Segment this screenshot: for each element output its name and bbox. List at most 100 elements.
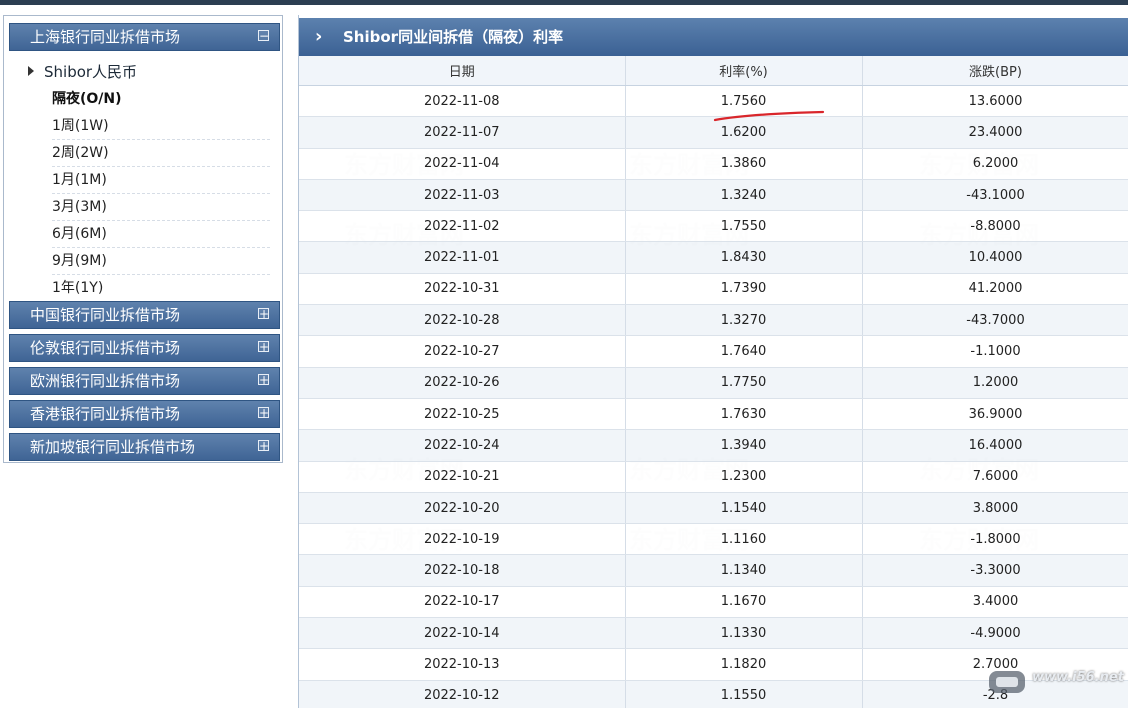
date-cell: 2022-10-13 [299,648,626,681]
term-2w[interactable]: 2周(2W) [52,141,270,167]
category-label: 上海银行同业拆借市场 [30,28,181,46]
change-cell: 7.6000 [862,461,1128,493]
rate-cell: 1.1540 [625,492,863,525]
category-label: 新加坡银行同业拆借市场 [30,438,196,456]
date-cell: 2022-10-27 [299,335,626,368]
rate-cell: 1.7750 [625,367,863,399]
table-row: 2022-10-25 1.7630 36.9000 [299,398,1128,431]
change-cell: 3.8000 [862,492,1128,525]
table-row: 2022-10-24 1.3940 16.4000 [299,429,1128,462]
category-singapore[interactable]: 新加坡银行同业拆借市场 + [9,433,280,461]
column-header-rate[interactable]: 利率(%) [625,56,863,86]
change-cell: 23.4000 [862,116,1128,149]
rate-panel: › Shibor同业间拆借（隔夜）利率 东方财富网 东方财富网 东方财富网 东方… [298,15,1128,708]
change-cell: 13.6000 [862,85,1128,118]
change-cell: -1.1000 [862,335,1128,368]
table-row: 2022-11-02 1.7550 -8.8000 [299,210,1128,243]
sub-header-label: Shibor人民币 [44,63,138,81]
date-cell: 2022-10-17 [299,586,626,619]
term-1y[interactable]: 1年(1Y) [52,276,270,302]
change-cell: 3.4000 [862,586,1128,619]
change-cell: 6.2000 [862,148,1128,180]
category-shanghai[interactable]: 上海银行同业拆借市场 − [9,23,280,51]
term-1w[interactable]: 1周(1W) [52,114,270,140]
category-label: 中国银行同业拆借市场 [30,306,181,324]
table-row: 2022-11-04 1.3860 6.2000 [299,148,1128,180]
table-row: 2022-10-28 1.3270 -43.7000 [299,304,1128,337]
column-header-date[interactable]: 日期 [299,56,626,86]
expand-icon[interactable]: + [258,440,269,452]
category-label: 伦敦银行同业拆借市场 [30,339,181,357]
change-cell: -1.8000 [862,523,1128,556]
change-cell: 1.2000 [862,367,1128,399]
panel-header: › Shibor同业间拆借（隔夜）利率 [299,18,1128,56]
table-row: 2022-10-26 1.7750 1.2000 [299,367,1128,399]
date-cell: 2022-11-07 [299,116,626,149]
rate-cell: 1.8430 [625,241,863,274]
table-row: 2022-10-27 1.7640 -1.1000 [299,335,1128,368]
expand-arrow-icon [28,66,34,76]
date-cell: 2022-11-04 [299,148,626,180]
term-3m[interactable]: 3月(3M) [52,195,270,221]
top-border [0,0,1128,5]
change-cell: -3.3000 [862,554,1128,587]
table-row: 2022-10-14 1.1330 -4.9000 [299,617,1128,650]
table-row: 2022-11-01 1.8430 10.4000 [299,241,1128,274]
date-cell: 2022-10-26 [299,367,626,399]
date-cell: 2022-11-02 [299,210,626,243]
term-6m[interactable]: 6月(6M) [52,222,270,248]
term-overnight[interactable]: 隔夜(O/N) [52,87,270,113]
date-cell: 2022-10-12 [299,680,626,708]
expand-icon[interactable]: + [258,308,269,320]
change-cell: 10.4000 [862,241,1128,274]
chevron-right-icon: › [315,26,323,47]
date-cell: 2022-11-08 [299,85,626,118]
expand-icon[interactable]: + [258,374,269,386]
category-china[interactable]: 中国银行同业拆借市场 + [9,301,280,329]
rate-cell: 1.7550 [625,210,863,243]
column-header-change[interactable]: 涨跌(BP) [862,56,1128,86]
category-label: 欧洲银行同业拆借市场 [30,372,181,390]
rate-cell: 1.3240 [625,179,863,212]
category-label: 香港银行同业拆借市场 [30,405,181,423]
expand-icon[interactable]: + [258,341,269,353]
shibor-rmb-header[interactable]: Shibor人民币 [28,61,137,82]
date-cell: 2022-10-19 [299,523,626,556]
change-cell: 41.2000 [862,273,1128,306]
site-watermark-badge: www.i56.net [988,666,1128,700]
collapse-icon[interactable]: − [258,30,269,42]
category-hongkong[interactable]: 香港银行同业拆借市场 + [9,400,280,428]
category-europe[interactable]: 欧洲银行同业拆借市场 + [9,367,280,395]
category-london[interactable]: 伦敦银行同业拆借市场 + [9,334,280,362]
rate-cell: 1.3860 [625,148,863,180]
table-row: 2022-10-20 1.1540 3.8000 [299,492,1128,525]
change-cell: 36.9000 [862,398,1128,431]
date-cell: 2022-11-01 [299,241,626,274]
change-cell: -8.8000 [862,210,1128,243]
rate-cell: 1.1330 [625,617,863,650]
table-row: 2022-10-21 1.2300 7.6000 [299,461,1128,493]
table-header-row: 日期 利率(%) 涨跌(BP) [299,56,1128,86]
rate-cell: 1.3270 [625,304,863,337]
date-cell: 2022-10-20 [299,492,626,525]
rate-cell: 1.2300 [625,461,863,493]
table-row: 2022-10-19 1.1160 -1.8000 [299,523,1128,556]
rate-table: 日期 利率(%) 涨跌(BP) 2022-11-08 1.7560 13.6000 2… [299,56,1128,708]
date-cell: 2022-10-25 [299,398,626,431]
date-cell: 2022-10-21 [299,461,626,493]
rate-cell: 1.7390 [625,273,863,306]
rate-cell: 1.7630 [625,398,863,431]
table-row: 2022-11-03 1.3240 -43.1000 [299,179,1128,212]
rate-cell: 1.1550 [625,680,863,708]
change-cell: 16.4000 [862,429,1128,462]
date-cell: 2022-10-14 [299,617,626,650]
rate-cell: 1.1160 [625,523,863,556]
term-1m[interactable]: 1月(1M) [52,168,270,194]
rate-cell: 1.7640 [625,335,863,368]
expand-icon[interactable]: + [258,407,269,419]
date-cell: 2022-10-28 [299,304,626,337]
change-cell: -43.7000 [862,304,1128,337]
term-9m[interactable]: 9月(9M) [52,249,270,275]
date-cell: 2022-11-03 [299,179,626,212]
table-row: 2022-10-17 1.1670 3.4000 [299,586,1128,619]
